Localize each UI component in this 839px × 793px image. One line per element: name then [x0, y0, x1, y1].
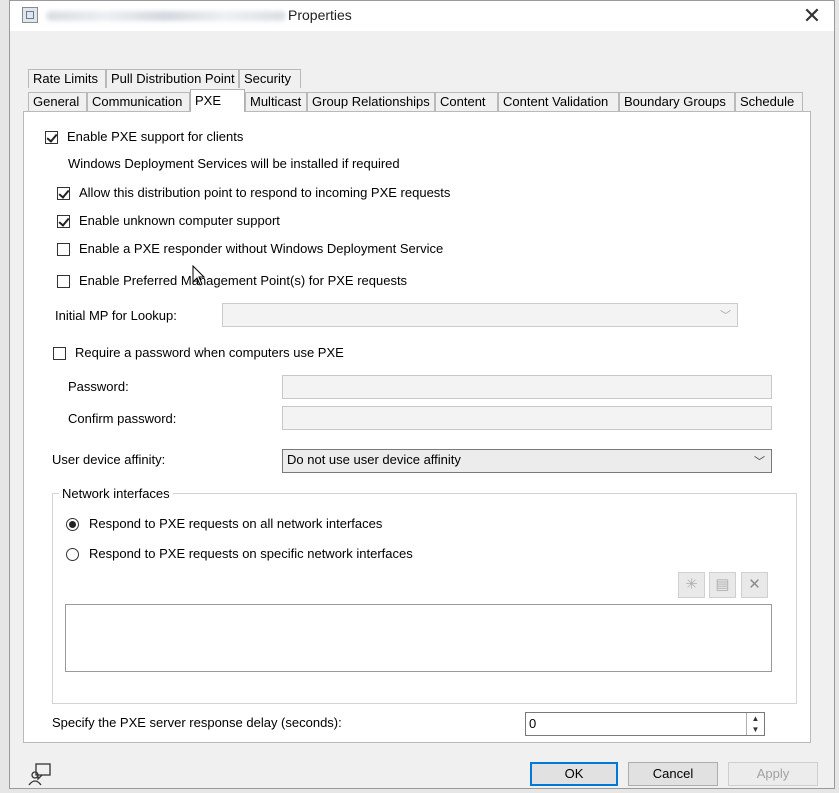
password-field[interactable]	[282, 375, 772, 399]
password-label: Password:	[68, 379, 129, 394]
tab-boundary-groups[interactable]: Boundary Groups	[619, 92, 735, 111]
chevron-down-icon: ﹀	[754, 456, 765, 468]
uda-label: User device affinity:	[52, 452, 166, 467]
unknown-computer-checkbox[interactable]	[57, 215, 70, 228]
close-icon[interactable]: ✕	[798, 3, 826, 29]
wds-note: Windows Deployment Services will be inst…	[68, 156, 400, 171]
preferred-mp-label: Enable Preferred Management Point(s) for…	[79, 273, 408, 288]
ok-button[interactable]: OK	[530, 762, 618, 786]
initial-mp-dropdown[interactable]: ﹀	[222, 303, 738, 327]
tab-content-validation[interactable]: Content Validation	[498, 92, 619, 111]
delay-label: Specify the PXE server response delay (s…	[52, 715, 342, 730]
title-bar: Properties ✕	[10, 1, 834, 31]
confirm-password-label: Confirm password:	[68, 411, 177, 426]
help-person-icon[interactable]	[28, 762, 52, 786]
delay-spinner[interactable]: 0 ▲ ▼	[525, 712, 765, 736]
chevron-down-icon: ﹀	[720, 310, 731, 322]
radio-specific-interfaces[interactable]	[66, 548, 79, 561]
tab-rate-limits[interactable]: Rate Limits	[28, 69, 106, 88]
spin-down-icon[interactable]: ▼	[747, 724, 764, 735]
properties-window-icon	[22, 7, 38, 23]
responder-without-wds-label: Enable a PXE responder without Windows D…	[79, 241, 444, 256]
redacted-title	[46, 11, 286, 21]
require-password-label: Require a password when computers use PX…	[75, 345, 344, 360]
apply-button[interactable]: Apply	[728, 762, 818, 786]
tab-general[interactable]: General	[28, 92, 87, 111]
properties-icon[interactable]: ▤	[709, 572, 736, 598]
radio-specific-interfaces-label: Respond to PXE requests on specific netw…	[89, 546, 413, 561]
confirm-password-field[interactable]	[282, 406, 772, 430]
network-interfaces-list[interactable]	[65, 604, 772, 672]
cancel-button[interactable]: Cancel	[628, 762, 718, 786]
uda-dropdown[interactable]: Do not use user device affinity ﹀	[282, 449, 772, 473]
radio-all-interfaces-label: Respond to PXE requests on all network i…	[89, 516, 383, 531]
tab-pxe[interactable]: PXE	[190, 89, 245, 112]
spin-up-icon[interactable]: ▲	[747, 713, 764, 724]
tab-pull-distribution-point[interactable]: Pull Distribution Point	[106, 69, 239, 88]
radio-all-interfaces[interactable]	[66, 518, 79, 531]
tab-schedule[interactable]: Schedule	[735, 92, 803, 111]
new-icon[interactable]: ✳	[678, 572, 705, 598]
tab-multicast[interactable]: Multicast	[245, 92, 307, 111]
allow-respond-label: Allow this distribution point to respond…	[79, 185, 451, 200]
unknown-computer-label: Enable unknown computer support	[79, 213, 280, 228]
uda-value: Do not use user device affinity	[287, 452, 461, 467]
allow-respond-checkbox[interactable]	[57, 187, 70, 200]
initial-mp-label: Initial MP for Lookup:	[55, 308, 177, 323]
tab-communication[interactable]: Communication	[87, 92, 190, 111]
window-title: Properties	[288, 7, 352, 23]
enable-pxe-label: Enable PXE support for clients	[67, 129, 244, 144]
preferred-mp-checkbox[interactable]	[57, 275, 70, 288]
tab-content[interactable]: Content	[435, 92, 498, 111]
require-password-checkbox[interactable]	[53, 347, 66, 360]
tab-group-relationships[interactable]: Group Relationships	[307, 92, 435, 111]
delete-icon[interactable]: ✕	[741, 572, 768, 598]
enable-pxe-checkbox[interactable]	[45, 131, 58, 144]
delay-value: 0	[529, 716, 537, 731]
tab-security[interactable]: Security	[239, 69, 301, 88]
responder-without-wds-checkbox[interactable]	[57, 243, 70, 256]
spinner-buttons[interactable]: ▲ ▼	[746, 713, 764, 735]
network-interfaces-label: Network interfaces	[59, 486, 173, 501]
